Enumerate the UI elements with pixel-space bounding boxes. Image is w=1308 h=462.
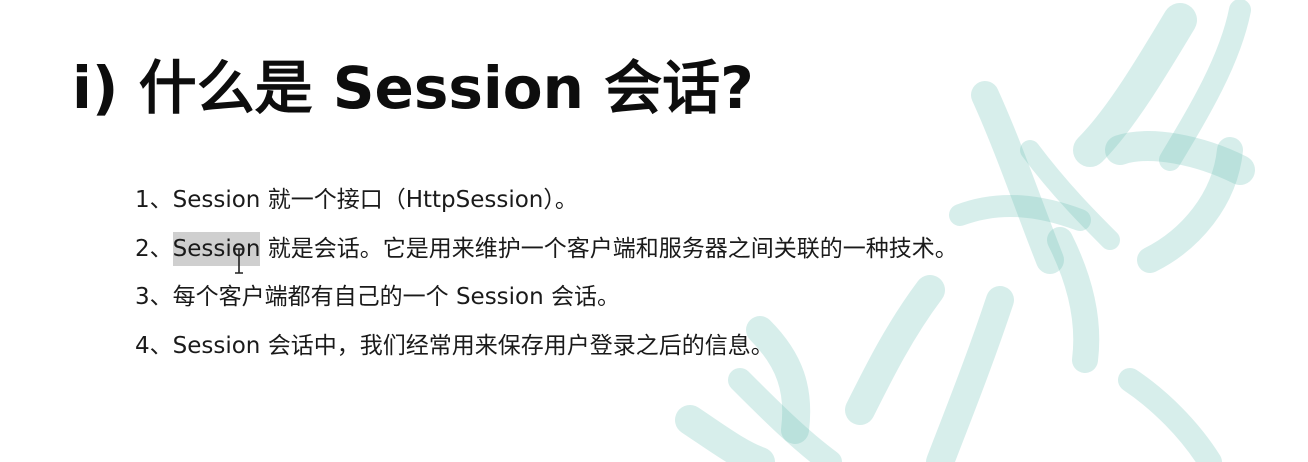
list-item: 2、Session 就是会话。它是用来维护一个客户端和服务器之间关联的一种技术。 [135,225,958,274]
slide: i) 什么是 Session 会话? 1、Session 就一个接口（HttpS… [0,0,1308,462]
text-cursor-icon [235,248,243,274]
list-item-text: 3、每个客户端都有自己的一个 Session 会话。 [135,284,621,310]
list-item: 3、每个客户端都有自己的一个 Session 会话。 [135,273,958,322]
list-item-text: 1、Session 就一个接口（HttpSession）。 [135,187,578,213]
list-item: 4、Session 会话中，我们经常用来保存用户登录之后的信息。 [135,322,958,371]
selected-text[interactable]: Session [172,231,261,266]
list-item-number: 2、 [135,235,173,262]
bullet-list: 1、Session 就一个接口（HttpSession）。 2、Session … [135,176,958,370]
list-item: 1、Session 就一个接口（HttpSession）。 [135,176,958,225]
slide-title: i) 什么是 Session 会话? [72,54,754,122]
list-item-text: 4、Session 会话中，我们经常用来保存用户登录之后的信息。 [135,332,774,359]
list-item-text: 就是会话。它是用来维护一个客户端和服务器之间关联的一种技术。 [260,235,958,262]
